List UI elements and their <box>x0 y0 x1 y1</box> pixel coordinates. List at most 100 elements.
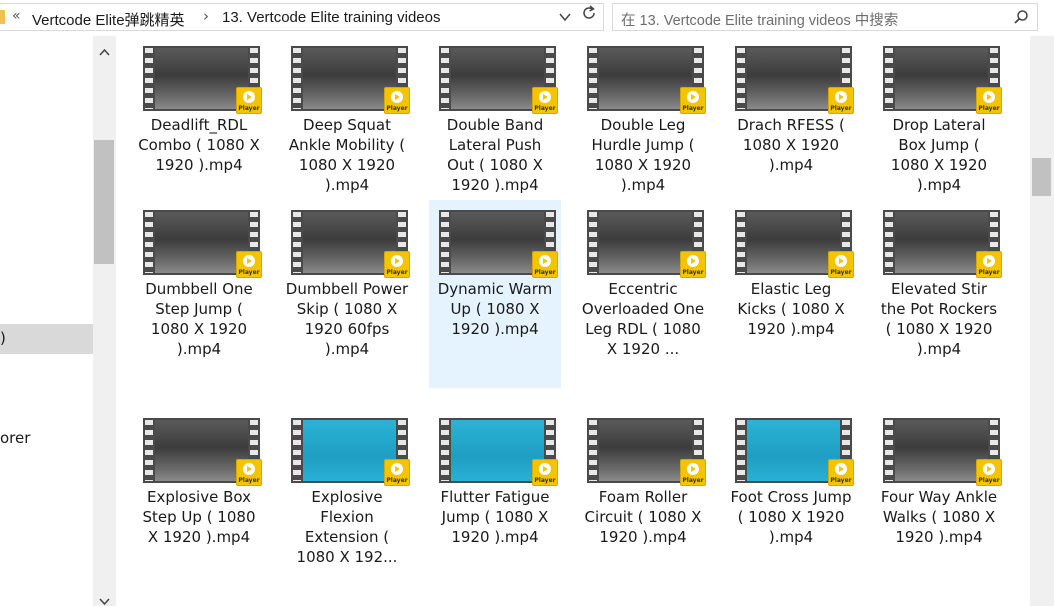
video-thumbnail: Player <box>291 210 410 278</box>
file-name: Foam Roller Circuit ( 1080 X 1920 ).mp4 <box>584 488 702 546</box>
player-badge-label: Player <box>534 105 556 112</box>
file-item[interactable]: Player Elevated Stir the Pot Rockers ( 1… <box>873 200 1005 388</box>
breadcrumb-separator[interactable]: › <box>203 7 209 25</box>
file-name: Eccentric Overloaded One Leg RDL ( 1080 … <box>581 280 705 358</box>
video-frame <box>155 212 248 273</box>
file-name: Deep Squat Ankle Mobility ( 1080 X 1920 … <box>288 116 406 194</box>
file-item[interactable]: Player Foam Roller Circuit ( 1080 X 1920… <box>577 408 709 596</box>
file-name: Drach RFESS ( 1080 X 1920 ).mp4 <box>737 116 845 174</box>
file-item[interactable]: Player Dumbbell One Step Jump ( 1080 X 1… <box>133 200 265 388</box>
file-item[interactable]: Player Explosive Box Step Up ( 1080 X 19… <box>133 408 265 596</box>
video-frame <box>155 420 248 481</box>
video-thumbnail: Player <box>143 418 262 486</box>
video-frame <box>303 48 396 109</box>
refresh-icon[interactable] <box>580 4 598 22</box>
search-icon[interactable] <box>1013 9 1029 25</box>
nav-item-selected[interactable]: ) <box>0 324 93 354</box>
file-item[interactable]: Player Foot Cross Jump ( 1080 X 1920 ).m… <box>725 408 857 596</box>
file-item[interactable]: Player Elastic Leg Kicks ( 1080 X 1920 )… <box>725 200 857 388</box>
file-item[interactable]: Player Explosive Flexion Extension ( 108… <box>281 408 413 596</box>
file-item[interactable]: Player Drop Lateral Box Jump ( 1080 X 19… <box>873 36 1005 224</box>
breadcrumb-item-parent[interactable]: Vertcode Elite弹跳精英 <box>32 9 185 30</box>
player-badge-label: Player <box>830 477 852 484</box>
search-input[interactable]: 在 13. Vertcode Elite training videos 中搜索 <box>612 3 1038 31</box>
video-frame <box>747 420 840 481</box>
address-bar-row: « Vertcode Elite弹跳精英 › 13. Vertcode Elit… <box>0 0 1054 36</box>
file-name: Double Leg Hurdle Jump ( 1080 X 1920 ).m… <box>591 116 695 194</box>
file-name: Dumbbell One Step Jump ( 1080 X 1920 ).m… <box>145 280 253 358</box>
address-bar[interactable]: « Vertcode Elite弹跳精英 › 13. Vertcode Elit… <box>0 3 604 31</box>
video-frame <box>747 48 840 109</box>
file-item[interactable]: Player Dynamic Warm Up ( 1080 X 1920 ).m… <box>429 200 561 388</box>
nav-scrollbar-thumb[interactable] <box>94 140 114 264</box>
video-frame <box>451 48 544 109</box>
content-scrollbar[interactable] <box>1030 36 1054 606</box>
scroll-up-icon[interactable] <box>99 48 110 56</box>
file-name: Dumbbell Power Skip ( 1080 X 1920 60fps … <box>285 280 409 358</box>
player-badge-label: Player <box>978 269 1000 276</box>
video-thumbnail: Player <box>883 210 1002 278</box>
player-app-icon: Player <box>384 87 410 114</box>
player-badge-label: Player <box>386 269 408 276</box>
video-thumbnail: Player <box>291 46 410 114</box>
video-thumbnail: Player <box>439 210 558 278</box>
scroll-down-icon[interactable] <box>99 598 110 606</box>
file-item[interactable]: Player Drach RFESS ( 1080 X 1920 ).mp4 <box>725 36 857 224</box>
file-item[interactable]: Player Four Way Ankle Walks ( 1080 X 192… <box>873 408 1005 596</box>
video-thumbnail: Player <box>587 210 706 278</box>
film-perforation <box>589 48 597 109</box>
file-name: Foot Cross Jump ( 1080 X 1920 ).mp4 <box>730 488 852 546</box>
video-thumbnail: Player <box>143 210 262 278</box>
file-item[interactable]: Player Deep Squat Ankle Mobility ( 1080 … <box>281 36 413 224</box>
folder-icon <box>0 10 5 24</box>
video-thumbnail: Player <box>291 418 410 486</box>
file-item[interactable]: Player Dumbbell Power Skip ( 1080 X 1920… <box>281 200 413 388</box>
video-frame <box>599 212 692 273</box>
content-scrollbar-thumb[interactable] <box>1032 158 1051 196</box>
video-thumbnail: Player <box>439 46 558 114</box>
film-perforation <box>885 212 893 273</box>
nav-item-label[interactable]: orer <box>0 429 30 447</box>
player-app-icon: Player <box>236 87 262 114</box>
file-item[interactable]: Player Double Band Lateral Push Out ( 10… <box>429 36 561 224</box>
nav-scrollbar[interactable] <box>93 36 116 606</box>
video-thumbnail: Player <box>587 418 706 486</box>
file-name: Dynamic Warm Up ( 1080 X 1920 ).mp4 <box>437 280 553 338</box>
film-perforation <box>589 420 597 481</box>
player-app-icon: Player <box>532 459 558 486</box>
breadcrumb-item-current[interactable]: 13. Vertcode Elite training videos <box>222 9 440 26</box>
player-app-icon: Player <box>384 459 410 486</box>
breadcrumb-overflow-button[interactable]: « <box>12 8 21 24</box>
file-item[interactable]: Player Eccentric Overloaded One Leg RDL … <box>577 200 709 388</box>
film-perforation <box>441 212 449 273</box>
player-badge-label: Player <box>238 477 260 484</box>
video-frame <box>451 420 544 481</box>
nav-item-selected-label: ) <box>0 329 6 347</box>
film-perforation <box>441 420 449 481</box>
film-perforation <box>145 420 153 481</box>
player-badge-label: Player <box>534 269 556 276</box>
player-app-icon: Player <box>680 459 706 486</box>
file-grid: Player Deadlift_RDL Combo ( 1080 X 1920 … <box>116 36 1030 606</box>
file-name: Drop Lateral Box Jump ( 1080 X 1920 ).mp… <box>890 116 988 194</box>
file-item[interactable]: Player Flutter Fatigue Jump ( 1080 X 192… <box>429 408 561 596</box>
file-item[interactable]: Player Double Leg Hurdle Jump ( 1080 X 1… <box>577 36 709 224</box>
player-app-icon: Player <box>680 251 706 278</box>
video-frame <box>895 212 988 273</box>
file-item[interactable]: Player Deadlift_RDL Combo ( 1080 X 1920 … <box>133 36 265 224</box>
player-app-icon: Player <box>236 251 262 278</box>
chevron-down-icon[interactable] <box>558 10 572 24</box>
video-frame <box>303 420 396 481</box>
player-badge-label: Player <box>386 105 408 112</box>
video-thumbnail: Player <box>587 46 706 114</box>
video-frame <box>895 420 988 481</box>
film-perforation <box>441 48 449 109</box>
player-badge-label: Player <box>386 477 408 484</box>
file-name: Elevated Stir the Pot Rockers ( 1080 X 1… <box>880 280 998 358</box>
video-thumbnail: Player <box>883 418 1002 486</box>
file-name: Deadlift_RDL Combo ( 1080 X 1920 ).mp4 <box>138 116 260 174</box>
file-name: Explosive Box Step Up ( 1080 X 1920 ).mp… <box>142 488 256 546</box>
video-thumbnail: Player <box>735 418 854 486</box>
player-badge-label: Player <box>238 269 260 276</box>
player-app-icon: Player <box>828 251 854 278</box>
